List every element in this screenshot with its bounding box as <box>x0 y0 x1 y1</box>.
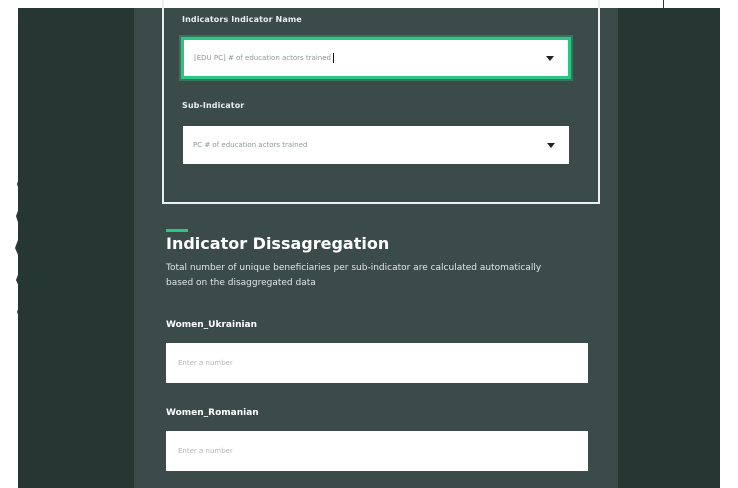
sub-indicator-label: Sub-Indicator <box>182 101 245 110</box>
sub-indicator-select[interactable]: PC # of education actors trained <box>183 126 569 164</box>
indicator-name-select[interactable]: [EDU PC] # of education actors trained <box>181 37 571 79</box>
women-ukrainian-input[interactable] <box>166 343 588 383</box>
chevron-down-icon[interactable] <box>546 56 554 61</box>
section-description: Total number of unique beneficiaries per… <box>166 263 542 288</box>
chevron-down-icon[interactable] <box>547 143 555 148</box>
women-ukrainian-label: Women_Ukrainian <box>166 320 258 330</box>
women-romanian-label: Women_Romanian <box>166 408 259 418</box>
text-caret <box>332 53 334 63</box>
women-romanian-input[interactable] <box>166 431 588 471</box>
indicator-name-label: Indicators Indicator Name <box>182 15 302 24</box>
sub-indicator-value: PC # of education actors trained <box>193 141 308 149</box>
section-accent-bar <box>166 229 188 232</box>
divider <box>663 0 664 8</box>
indicator-name-value: [EDU PC] # of education actors trained <box>194 54 331 62</box>
section-title: Indicator Dissagregation <box>166 234 390 253</box>
